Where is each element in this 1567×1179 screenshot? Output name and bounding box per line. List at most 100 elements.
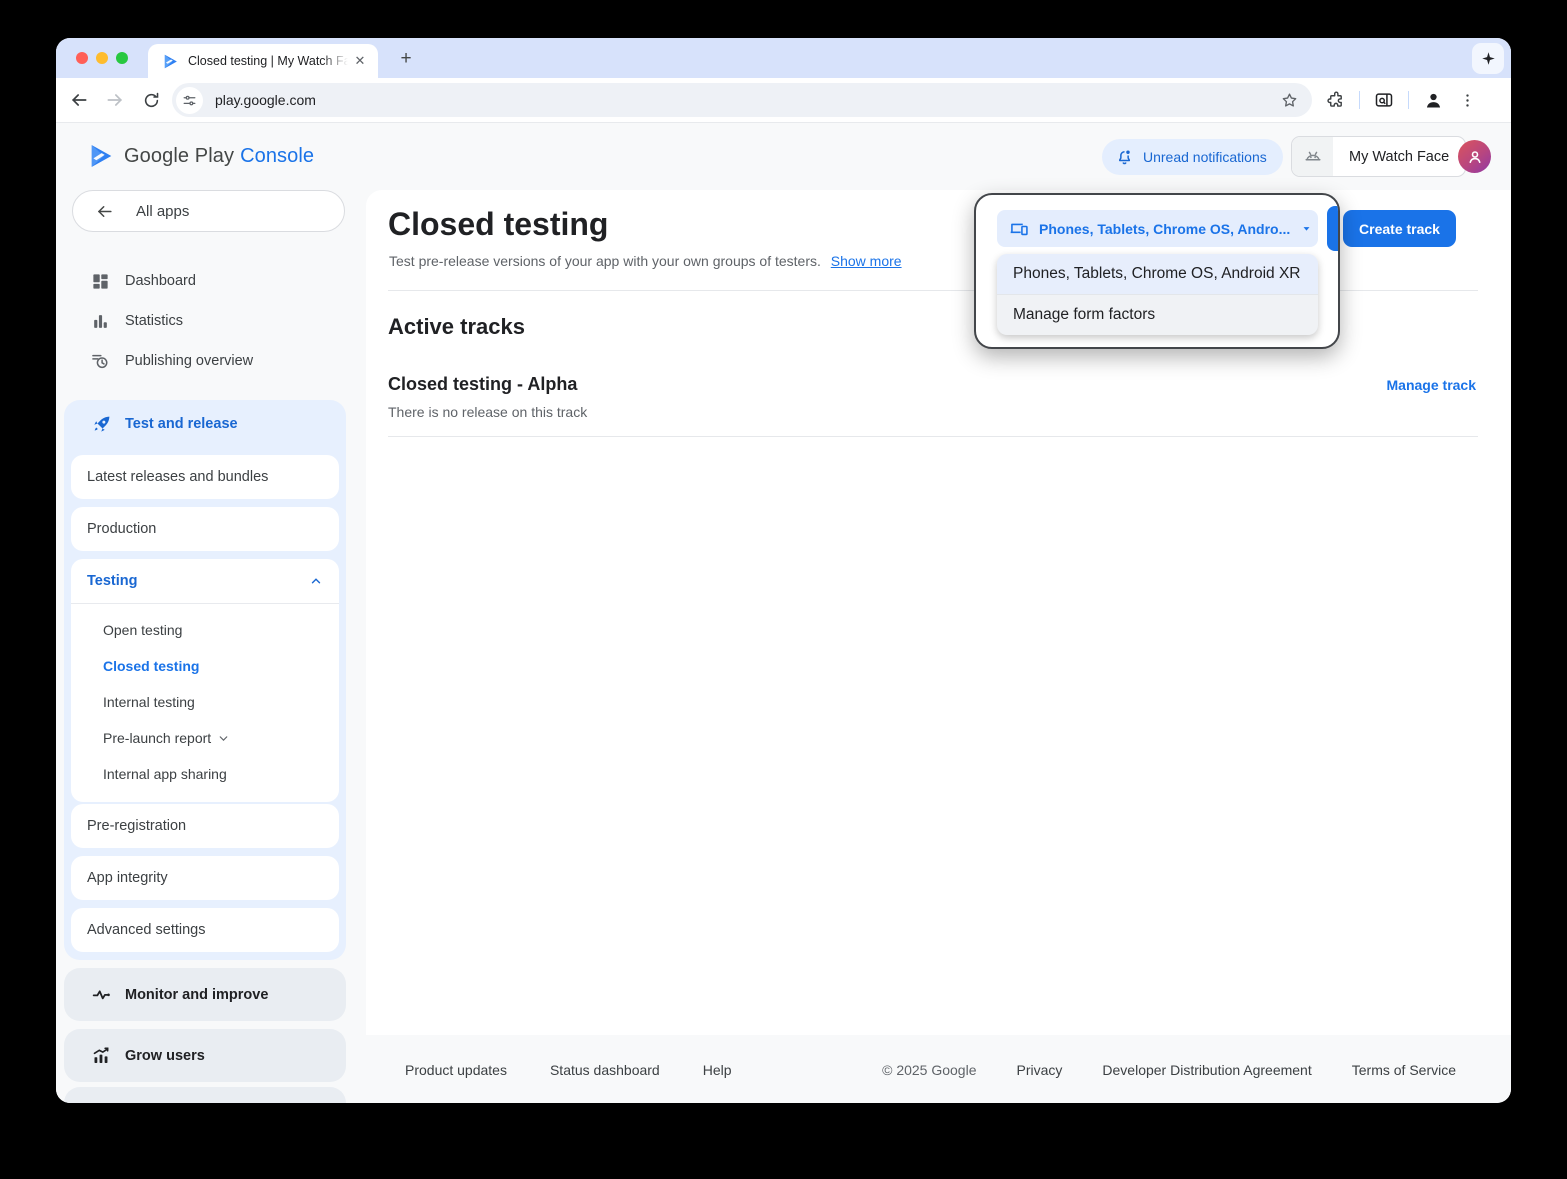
url-text[interactable]: play.google.com — [215, 92, 1274, 108]
browser-profile-icon[interactable] — [1418, 85, 1448, 115]
subitem-label: Open testing — [103, 622, 182, 638]
back-arrow-icon — [95, 202, 114, 221]
growth-chart-icon — [89, 1045, 113, 1066]
sidebar-item-latest-releases[interactable]: Latest releases and bundles — [71, 455, 339, 499]
browser-toolbar: play.google.com — [56, 78, 1511, 123]
form-factor-selected-label: Phones, Tablets, Chrome OS, Andro... — [1039, 221, 1290, 237]
form-factor-magnifier-overlay: Phones, Tablets, Chrome OS, Andro... Pho… — [974, 193, 1340, 349]
create-track-button[interactable]: Create track — [1343, 210, 1456, 247]
statistics-icon — [89, 312, 111, 331]
tab-strip: Closed testing | My Watch Fac ✕ + — [56, 38, 1511, 78]
play-favicon — [162, 53, 179, 70]
sidebar-item-open-testing[interactable]: Open testing — [71, 612, 339, 648]
card-label: App integrity — [87, 870, 168, 886]
play-console-logo[interactable]: Google Play Console — [88, 143, 314, 169]
footer-link-privacy[interactable]: Privacy — [1017, 1062, 1063, 1078]
sidebar-item-statistics[interactable]: Statistics — [64, 301, 346, 341]
copyright-text: © 2025 Google — [882, 1062, 976, 1078]
active-tracks-heading: Active tracks — [388, 314, 525, 340]
android-icon — [1292, 137, 1333, 176]
browser-menu-icon[interactable] — [1452, 85, 1482, 115]
all-apps-label: All apps — [136, 203, 189, 220]
track-name: Closed testing - Alpha — [388, 374, 577, 395]
sidebar-item-publishing-overview[interactable]: Publishing overview — [64, 341, 346, 381]
sidebar-item-production[interactable]: Production — [71, 507, 339, 551]
form-factor-menu: Phones, Tablets, Chrome OS, Android XR M… — [997, 254, 1318, 335]
close-tab-icon[interactable]: ✕ — [350, 51, 370, 71]
sidebar-item-label: Dashboard — [125, 273, 196, 289]
close-window-button[interactable] — [76, 52, 88, 64]
dropdown-arrow-icon — [1300, 222, 1313, 235]
site-settings-icon[interactable] — [176, 87, 203, 114]
pulse-icon — [89, 984, 113, 1005]
footer-link-help[interactable]: Help — [703, 1062, 732, 1078]
menu-item-label: Phones, Tablets, Chrome OS, Android XR — [1013, 265, 1300, 283]
sidebar-item-grow-users[interactable]: Grow users — [64, 1029, 346, 1082]
new-tab-button[interactable]: + — [394, 47, 418, 71]
card-label: Pre-registration — [87, 818, 186, 834]
brand-google-play: Google Play — [124, 145, 234, 168]
footer-link-terms[interactable]: Terms of Service — [1352, 1062, 1456, 1078]
sidebar-item-pre-launch-report[interactable]: Pre-launch report — [71, 720, 339, 756]
divider — [388, 436, 1478, 437]
menu-item-phones-tablets[interactable]: Phones, Tablets, Chrome OS, Android XR — [997, 254, 1318, 295]
track-status: There is no release on this track — [388, 404, 587, 420]
manage-track-link[interactable]: Manage track — [1387, 377, 1476, 393]
unread-notifications-button[interactable]: Unread notifications — [1102, 139, 1283, 175]
sidebar-item-app-integrity[interactable]: App integrity — [71, 856, 339, 900]
sidebar-item-label: Monitor and improve — [125, 987, 268, 1003]
card-label: Latest releases and bundles — [87, 469, 268, 485]
rocket-icon — [89, 414, 113, 435]
notifications-label: Unread notifications — [1143, 149, 1267, 165]
play-console-page: Google Play Console Unread notifications… — [56, 123, 1511, 1103]
side-panel-search-icon[interactable] — [1369, 85, 1399, 115]
back-button[interactable] — [64, 85, 94, 115]
publishing-overview-icon — [89, 351, 111, 371]
sidebar-item-monitor-and-improve[interactable]: Monitor and improve — [64, 968, 346, 1021]
footer-link-product-updates[interactable]: Product updates — [405, 1062, 507, 1078]
subitem-label: Pre-launch report — [103, 730, 211, 746]
bookmark-star-icon[interactable] — [1274, 85, 1304, 115]
address-bar[interactable]: play.google.com — [172, 83, 1312, 117]
footer-link-status-dashboard[interactable]: Status dashboard — [550, 1062, 660, 1078]
account-avatar[interactable] — [1458, 140, 1491, 173]
page-description: Test pre-release versions of your app wi… — [389, 253, 902, 269]
dashboard-icon — [89, 272, 111, 291]
brand-console: Console — [240, 145, 314, 168]
sidebar-item-closed-testing[interactable]: Closed testing — [71, 648, 339, 684]
sidebar-item-pre-registration[interactable]: Pre-registration — [71, 804, 339, 848]
sidebar-item-internal-app-sharing[interactable]: Internal app sharing — [71, 756, 339, 792]
browser-window: Closed testing | My Watch Fac ✕ + play.g… — [56, 38, 1511, 1103]
all-apps-button[interactable]: All apps — [72, 190, 345, 232]
extensions-icon[interactable] — [1320, 85, 1350, 115]
sidebar-item-internal-testing[interactable]: Internal testing — [71, 684, 339, 720]
minimize-window-button[interactable] — [96, 52, 108, 64]
show-more-link[interactable]: Show more — [831, 253, 902, 269]
footer-link-dda[interactable]: Developer Distribution Agreement — [1102, 1062, 1311, 1078]
sidebar-item-test-and-release[interactable]: Test and release — [64, 400, 346, 448]
bell-icon — [1115, 148, 1134, 167]
form-factor-dropdown[interactable]: Phones, Tablets, Chrome OS, Andro... — [997, 210, 1318, 247]
current-app-name: My Watch Face — [1333, 149, 1465, 165]
sidebar-item-dashboard[interactable]: Dashboard — [64, 261, 346, 301]
footer: Product updates Status dashboard Help © … — [366, 1055, 1456, 1085]
sidebar-item-label: Publishing overview — [125, 353, 253, 369]
sidebar-item-advanced-settings[interactable]: Advanced settings — [71, 908, 339, 952]
sidebar-item-testing[interactable]: Testing — [71, 559, 339, 604]
magnified-create-track-edge — [1327, 206, 1340, 251]
app-selector[interactable]: My Watch Face — [1291, 136, 1466, 177]
browser-labs-button[interactable] — [1472, 43, 1504, 74]
reload-button[interactable] — [136, 85, 166, 115]
subitem-label: Internal testing — [103, 694, 195, 710]
zoom-window-button[interactable] — [116, 52, 128, 64]
menu-item-manage-form-factors[interactable]: Manage form factors — [997, 295, 1318, 335]
avatar-person-icon — [1465, 147, 1485, 167]
forward-button[interactable] — [100, 85, 130, 115]
sidebar-item-label: Statistics — [125, 313, 183, 329]
play-logo-icon — [88, 143, 114, 169]
sidebar-item-label: Grow users — [125, 1048, 205, 1064]
sidebar-section-partial[interactable] — [64, 1087, 346, 1103]
devices-icon — [1009, 219, 1029, 239]
browser-tab[interactable]: Closed testing | My Watch Fac ✕ — [148, 44, 378, 78]
subitem-label: Internal app sharing — [103, 766, 227, 782]
